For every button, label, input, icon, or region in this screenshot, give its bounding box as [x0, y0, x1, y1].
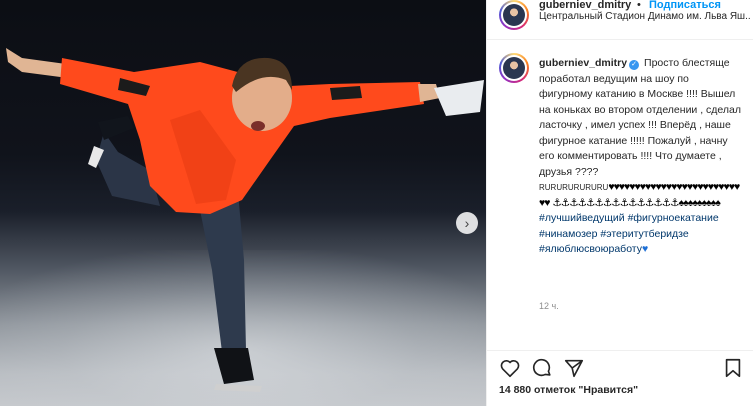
likes-count[interactable]: 14 880 отметок "Нравится": [499, 384, 638, 396]
comment-icon[interactable]: [531, 357, 553, 379]
caption-username[interactable]: guberniev_dmitry: [539, 57, 627, 69]
verified-badge-icon: ✓: [629, 60, 640, 70]
avatar[interactable]: [499, 0, 529, 30]
post-caption: guberniev_dmitry ✓ Просто блестяще порабо…: [539, 56, 741, 258]
hashtag-link[interactable]: #фигурноекатание: [628, 212, 719, 224]
hashtag-link[interactable]: #лучшийведущий: [539, 212, 625, 224]
post-actions: 14 880 отметок "Нравится": [487, 350, 753, 406]
chevron-right-icon: ›: [464, 215, 470, 231]
location-link[interactable]: Центральный Стадион Динамо им. Льва Яш..…: [539, 11, 751, 22]
post-side-panel: guberniev_dmitry • Подписаться Центральн…: [486, 0, 753, 406]
skater-figure: [6, 48, 484, 392]
heart-icon[interactable]: [499, 357, 521, 379]
caption-text: Просто блестяще поработал ведущим на шоу…: [539, 57, 742, 178]
separator-dot: •: [637, 0, 641, 11]
caption-anchors: ⚓⚓⚓⚓⚓⚓⚓⚓⚓⚓⚓⚓⚓⚓⚓♠♠♠♠♠♠♠♠♠: [552, 196, 720, 209]
hashtag-link[interactable]: #ялюблюсвоюработу: [539, 243, 642, 255]
share-icon[interactable]: [563, 357, 585, 379]
header-username[interactable]: guberniev_dmitry: [539, 0, 631, 11]
caption-flags: RURURURURURU: [539, 183, 609, 192]
next-photo-button[interactable]: ›: [456, 212, 478, 234]
post-time[interactable]: 12 ч.: [539, 301, 559, 311]
hashtag-link[interactable]: #этеритутберидзе: [600, 228, 688, 240]
hashtag-link[interactable]: #нинамозер: [539, 228, 597, 240]
post-header: guberniev_dmitry • Подписаться Центральн…: [487, 0, 753, 40]
bookmark-icon[interactable]: [722, 357, 744, 379]
blue-heart-icon: ♥: [641, 243, 649, 255]
caption-avatar[interactable]: [499, 53, 529, 83]
post-photo[interactable]: ›: [0, 0, 486, 406]
follow-button[interactable]: Подписаться: [649, 0, 721, 11]
